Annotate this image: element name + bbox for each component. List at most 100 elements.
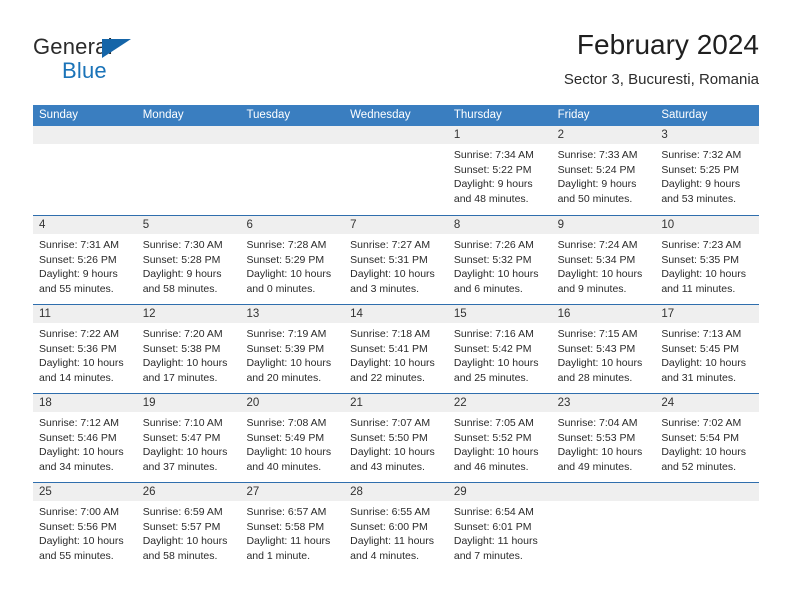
day-number-strip: 3 xyxy=(655,126,760,144)
day-info-line: Sunrise: 7:12 AM xyxy=(39,417,119,429)
day-info-line: Sunrise: 7:31 AM xyxy=(39,239,119,251)
day-number-strip: 24 xyxy=(655,394,760,412)
day-sun-info: Sunrise: 7:23 AM Sunset: 5:35 PM Daylight:… xyxy=(655,234,759,296)
calendar-day-cell[interactable]: 25 Sunrise: 7:00 AM Sunset: 5:56 PM Dayligh… xyxy=(33,483,137,571)
day-info-line: Sunrise: 7:18 AM xyxy=(350,328,431,340)
day-info-line: and 46 minutes. xyxy=(453,460,529,473)
calendar-empty-cell xyxy=(136,126,241,215)
calendar-empty-cell xyxy=(551,483,656,571)
day-info-line: Sunrise: 7:20 AM xyxy=(142,328,223,340)
day-info-line: Sunrise: 7:28 AM xyxy=(246,239,327,251)
calendar-day-cell[interactable]: 20 Sunrise: 7:08 AM Sunset: 5:49 PM Dayligh… xyxy=(240,394,345,482)
calendar-day-cell[interactable]: 22 Sunrise: 7:05 AM Sunset: 5:52 PM Dayligh… xyxy=(447,394,552,482)
day-number: 23 xyxy=(557,397,571,409)
day-number-strip: 29 xyxy=(447,483,552,501)
day-sun-info: Sunrise: 7:10 AM Sunset: 5:47 PM Daylight:… xyxy=(137,412,241,474)
day-number-strip xyxy=(655,483,760,501)
day-info-line: and 0 minutes. xyxy=(246,282,316,295)
day-info-line: and 37 minutes. xyxy=(142,460,218,473)
day-sun-info: Sunrise: 6:55 AM Sunset: 6:00 PM Daylight:… xyxy=(344,501,448,563)
day-number-strip: 12 xyxy=(136,305,241,323)
calendar-day-cell[interactable]: 24 Sunrise: 7:02 AM Sunset: 5:54 PM Dayligh… xyxy=(655,394,760,482)
day-sun-info: Sunrise: 7:30 AM Sunset: 5:28 PM Daylight:… xyxy=(137,234,241,296)
calendar-day-cell[interactable]: 28 Sunrise: 6:55 AM Sunset: 6:00 PM Dayligh… xyxy=(344,483,448,571)
day-info-line: Sunset: 5:25 PM xyxy=(661,163,739,176)
day-info-line: Daylight: 10 hours xyxy=(350,268,435,281)
day-number-strip: 18 xyxy=(33,394,137,412)
calendar-day-cell[interactable]: 29 Sunrise: 6:54 AM Sunset: 6:01 PM Dayligh… xyxy=(447,483,552,571)
day-info-line: Sunrise: 7:26 AM xyxy=(453,239,534,251)
day-info-line: Sunrise: 7:07 AM xyxy=(350,417,431,429)
day-sun-info: Sunrise: 7:12 AM Sunset: 5:46 PM Daylight:… xyxy=(33,412,137,474)
day-number: 9 xyxy=(557,219,564,231)
title-block: February 2024 Sector 3, Bucuresti, Roman… xyxy=(564,28,759,89)
day-info-line: and 49 minutes. xyxy=(557,460,633,473)
day-sun-info: Sunrise: 7:24 AM Sunset: 5:34 PM Daylight:… xyxy=(552,234,656,296)
calendar-day-cell[interactable]: 6 Sunrise: 7:28 AM Sunset: 5:29 PM Daylight… xyxy=(240,216,345,304)
day-info-line: Daylight: 10 hours xyxy=(350,357,435,370)
day-info-line: Daylight: 10 hours xyxy=(39,357,124,370)
calendar-day-cell[interactable]: 27 Sunrise: 6:57 AM Sunset: 5:58 PM Dayligh… xyxy=(240,483,345,571)
day-number-strip: 28 xyxy=(344,483,448,501)
day-number-strip: 7 xyxy=(344,216,448,234)
calendar-day-cell[interactable]: 11 Sunrise: 7:22 AM Sunset: 5:36 PM Dayligh… xyxy=(33,305,137,393)
calendar-day-cell[interactable]: 10 Sunrise: 7:23 AM Sunset: 5:35 PM Dayligh… xyxy=(655,216,760,304)
day-info-line: Daylight: 10 hours xyxy=(557,268,643,281)
calendar-empty-cell xyxy=(344,126,448,215)
calendar-day-cell[interactable]: 15 Sunrise: 7:16 AM Sunset: 5:42 PM Dayligh… xyxy=(447,305,552,393)
day-sun-info: Sunrise: 7:05 AM Sunset: 5:52 PM Daylight:… xyxy=(448,412,552,474)
calendar-day-cell[interactable]: 13 Sunrise: 7:19 AM Sunset: 5:39 PM Dayligh… xyxy=(240,305,345,393)
calendar-day-cell[interactable]: 16 Sunrise: 7:15 AM Sunset: 5:43 PM Dayligh… xyxy=(551,305,656,393)
day-info-line: Sunset: 5:22 PM xyxy=(453,163,532,176)
calendar-day-cell[interactable]: 23 Sunrise: 7:04 AM Sunset: 5:53 PM Dayligh… xyxy=(551,394,656,482)
calendar-day-cell[interactable]: 7 Sunrise: 7:27 AM Sunset: 5:31 PM Daylight… xyxy=(344,216,448,304)
day-info-line: Daylight: 10 hours xyxy=(661,357,746,370)
calendar-day-cell[interactable]: 17 Sunrise: 7:13 AM Sunset: 5:45 PM Dayligh… xyxy=(655,305,760,393)
weekday-header-wednesday: Wednesday xyxy=(350,109,411,121)
day-number-strip: 11 xyxy=(33,305,137,323)
day-info-line: and 48 minutes. xyxy=(453,192,529,205)
day-info-line: Sunrise: 7:02 AM xyxy=(661,417,742,429)
weekday-header-friday: Friday xyxy=(557,109,590,121)
calendar-day-cell[interactable]: 3 Sunrise: 7:32 AM Sunset: 5:25 PM Daylight… xyxy=(655,126,760,215)
calendar-day-cell[interactable]: 18 Sunrise: 7:12 AM Sunset: 5:46 PM Dayligh… xyxy=(33,394,137,482)
brand-logo[interactable]: General Blue xyxy=(33,34,233,92)
day-number: 22 xyxy=(453,397,467,409)
day-info-line: Sunset: 5:46 PM xyxy=(39,431,117,444)
calendar-day-cell[interactable]: 21 Sunrise: 7:07 AM Sunset: 5:50 PM Dayligh… xyxy=(344,394,448,482)
calendar-day-cell[interactable]: 19 Sunrise: 7:10 AM Sunset: 5:47 PM Dayligh… xyxy=(136,394,241,482)
day-info-line: Sunrise: 6:59 AM xyxy=(142,506,223,518)
calendar-day-cell[interactable]: 14 Sunrise: 7:18 AM Sunset: 5:41 PM Dayligh… xyxy=(344,305,448,393)
day-info-line: Sunrise: 7:33 AM xyxy=(557,149,638,161)
day-number-strip xyxy=(240,126,345,144)
day-number: 5 xyxy=(142,219,150,231)
calendar-day-cell[interactable]: 9 Sunrise: 7:24 AM Sunset: 5:34 PM Daylight… xyxy=(551,216,656,304)
day-info-line: Daylight: 9 hours xyxy=(142,268,222,281)
calendar-day-cell[interactable]: 1 Sunrise: 7:34 AM Sunset: 5:22 PM Daylight… xyxy=(447,126,552,215)
calendar-day-cell[interactable]: 26 Sunrise: 6:59 AM Sunset: 5:57 PM Dayligh… xyxy=(136,483,241,571)
day-number: 19 xyxy=(142,397,156,409)
day-sun-info: Sunrise: 7:18 AM Sunset: 5:41 PM Daylight:… xyxy=(344,323,448,385)
brand-triangle-icon xyxy=(102,39,131,58)
calendar-day-cell[interactable]: 2 Sunrise: 7:33 AM Sunset: 5:24 PM Daylight… xyxy=(551,126,656,215)
day-number: 18 xyxy=(39,397,52,409)
calendar-day-cell[interactable]: 8 Sunrise: 7:26 AM Sunset: 5:32 PM Daylight… xyxy=(447,216,552,304)
day-number-strip: 2 xyxy=(551,126,656,144)
calendar-week-row: 4 Sunrise: 7:31 AM Sunset: 5:26 PM Daylight… xyxy=(33,215,760,304)
calendar-day-cell[interactable]: 12 Sunrise: 7:20 AM Sunset: 5:38 PM Dayligh… xyxy=(136,305,241,393)
day-number: 14 xyxy=(350,308,363,320)
day-info-line: Sunset: 5:42 PM xyxy=(453,342,532,355)
weekday-header-sunday: Sunday xyxy=(39,109,79,121)
weekday-header-monday: Monday xyxy=(142,109,184,121)
day-info-line: Sunrise: 7:13 AM xyxy=(661,328,742,340)
day-sun-info: Sunrise: 7:31 AM Sunset: 5:26 PM Daylight:… xyxy=(33,234,137,296)
day-number-strip: 17 xyxy=(655,305,760,323)
calendar-day-cell[interactable]: 4 Sunrise: 7:31 AM Sunset: 5:26 PM Daylight… xyxy=(33,216,137,304)
day-info-line: Sunrise: 7:27 AM xyxy=(350,239,431,251)
day-sun-info: Sunrise: 6:59 AM Sunset: 5:57 PM Daylight:… xyxy=(137,501,241,563)
page-header: General Blue February 2024 Sector 3, Buc… xyxy=(33,28,759,100)
day-number-strip: 6 xyxy=(240,216,345,234)
day-info-line: Daylight: 9 hours xyxy=(557,178,637,191)
day-info-line: Sunset: 5:38 PM xyxy=(142,342,221,355)
calendar-day-cell[interactable]: 5 Sunrise: 7:30 AM Sunset: 5:28 PM Daylight… xyxy=(136,216,241,304)
